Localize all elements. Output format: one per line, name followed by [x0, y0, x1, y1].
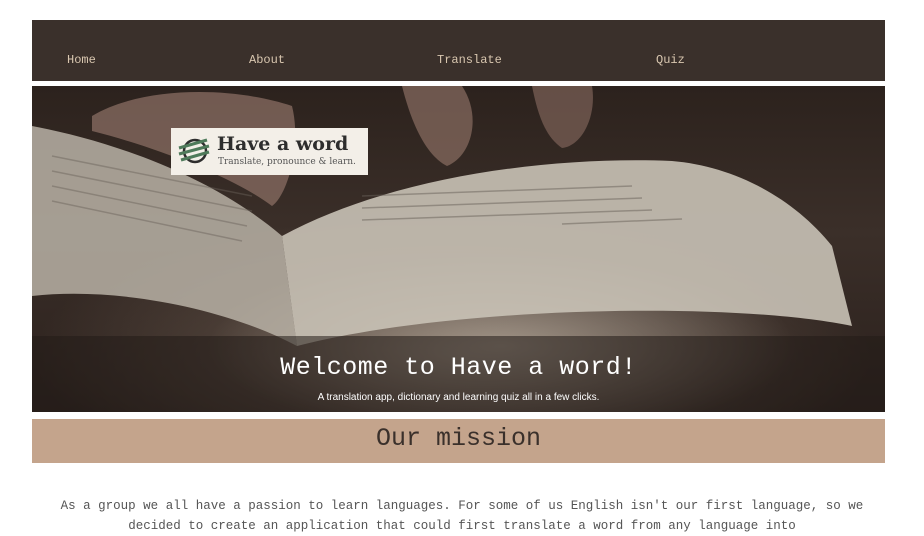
top-navigation: Home About Translate Quiz [32, 20, 885, 81]
hero-title: Welcome to Have a word! [280, 353, 637, 382]
logo-tagline: Translate, pronounce & learn. [218, 157, 356, 167]
mission-text: As a group we all have a passion to lear… [60, 499, 864, 533]
hero-subtitle: A translation app, dictionary and learni… [317, 392, 600, 403]
nav-link-home[interactable]: Home [67, 53, 96, 67]
mission-title: Our mission [375, 424, 542, 453]
logo-title: Have a word [217, 133, 349, 155]
nav-link-quiz[interactable]: Quiz [656, 53, 685, 67]
nav-link-about[interactable]: About [249, 53, 285, 67]
have-a-word-logo[interactable]: Have a word Translate, pronounce & learn… [171, 128, 368, 175]
mission-header: Our mission [32, 419, 885, 463]
globe-logo-icon [178, 138, 210, 164]
nav-link-translate[interactable]: Translate [437, 53, 502, 67]
hero-banner: Have a word Translate, pronounce & learn… [32, 86, 885, 412]
